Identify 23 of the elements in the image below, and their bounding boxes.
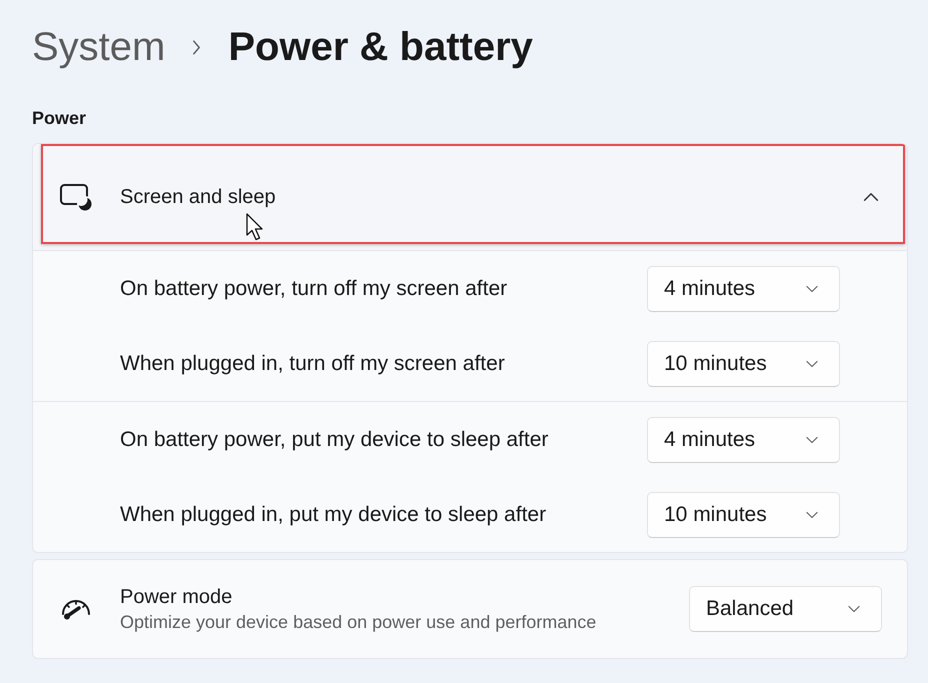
setting-label: On battery power, turn off my screen after — [120, 276, 508, 302]
dropdown[interactable]: 10 minutes — [647, 492, 840, 538]
screen-moon-icon — [60, 184, 92, 210]
chevron-down-icon — [806, 284, 818, 292]
dropdown[interactable]: 4 minutes — [647, 266, 840, 312]
dropdown[interactable]: 10 minutes — [647, 340, 840, 386]
chevron-down-icon — [848, 605, 860, 613]
dropdown[interactable]: 4 minutes — [647, 416, 840, 462]
chevron-down-icon — [806, 510, 818, 518]
chevron-down-icon — [806, 436, 818, 444]
setting-label: On battery power, put my device to sleep after — [120, 426, 548, 453]
dropdown[interactable]: Balanced — [689, 586, 882, 632]
setting-title: Power mode — [120, 584, 234, 610]
section-heading: Power — [32, 107, 86, 130]
setting-label: When plugged in, put my device to sleep after — [120, 502, 546, 528]
chevron-down-icon — [806, 360, 818, 368]
setting-label: When plugged in, turn off my screen after — [120, 350, 505, 377]
breadcrumb-link[interactable]: System — [32, 20, 166, 74]
expander-header[interactable]: Screen and sleep — [33, 144, 907, 250]
chevron-right-icon — [192, 40, 202, 54]
gauge-icon — [60, 597, 92, 621]
page-title: Power & battery — [228, 24, 533, 71]
setting-description: Optimize your device based on power use and performance — [120, 610, 596, 634]
